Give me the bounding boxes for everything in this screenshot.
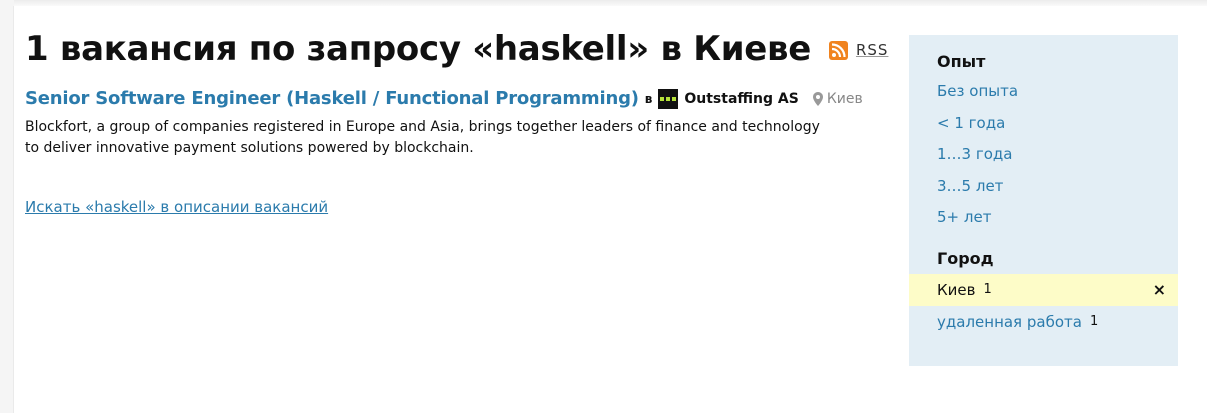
search-description-link[interactable]: Искать «haskell» в описании вакансий	[25, 198, 328, 216]
filter-sidebar: Опыт Без опыта < 1 года 1…3 года 3…5 лет…	[909, 35, 1178, 366]
vacancy-description: Blockfort, a group of companies register…	[25, 119, 820, 156]
experience-item[interactable]: 1…3 года	[909, 139, 1178, 171]
rss-icon	[828, 40, 848, 60]
vacancy-city: Киев	[826, 90, 863, 107]
experience-list: Без опыта < 1 года 1…3 года 3…5 лет 5+ л…	[909, 76, 1178, 234]
vacancy-item: Senior Software Engineer (Haskell / Func…	[25, 88, 875, 159]
company-name-link[interactable]: Outstaffing AS	[684, 91, 798, 107]
vacancy-location: Киев	[812, 90, 863, 107]
vacancy-in-label: в	[644, 91, 653, 106]
close-icon[interactable]: ×	[1153, 280, 1166, 299]
company-logo-icon[interactable]	[658, 88, 679, 109]
city-count: 1	[983, 282, 992, 298]
city-label: Киев	[937, 280, 976, 299]
rss-label: RSS	[855, 41, 889, 59]
vacancy-header: Senior Software Engineer (Haskell / Func…	[25, 88, 875, 109]
city-heading: Город	[937, 248, 994, 268]
map-pin-icon	[812, 91, 823, 106]
city-item-remote[interactable]: удаленная работа 1	[909, 306, 1178, 338]
city-list: Киев 1 × удаленная работа 1	[909, 273, 1178, 338]
experience-item[interactable]: 5+ лет	[909, 202, 1178, 234]
vacancy-title-link[interactable]: Senior Software Engineer (Haskell / Func…	[25, 88, 639, 109]
page-title: 1 вакансия по запросу «haskell» в Киеве	[25, 29, 811, 69]
experience-heading: Опыт	[937, 52, 986, 71]
city-item-kiev[interactable]: Киев 1 ×	[909, 273, 1178, 306]
city-count: 1	[1089, 314, 1099, 330]
rss-link[interactable]: RSS	[828, 40, 889, 60]
experience-item[interactable]: Без опыта	[909, 76, 1178, 108]
experience-item[interactable]: 3…5 лет	[909, 171, 1178, 203]
experience-item[interactable]: < 1 года	[909, 108, 1178, 140]
main-content: 1 вакансия по запросу «haskell» в Киеве …	[25, 26, 887, 216]
city-label: удаленная работа	[937, 312, 1082, 331]
title-row: 1 вакансия по запросу «haskell» в Киеве …	[25, 26, 887, 72]
